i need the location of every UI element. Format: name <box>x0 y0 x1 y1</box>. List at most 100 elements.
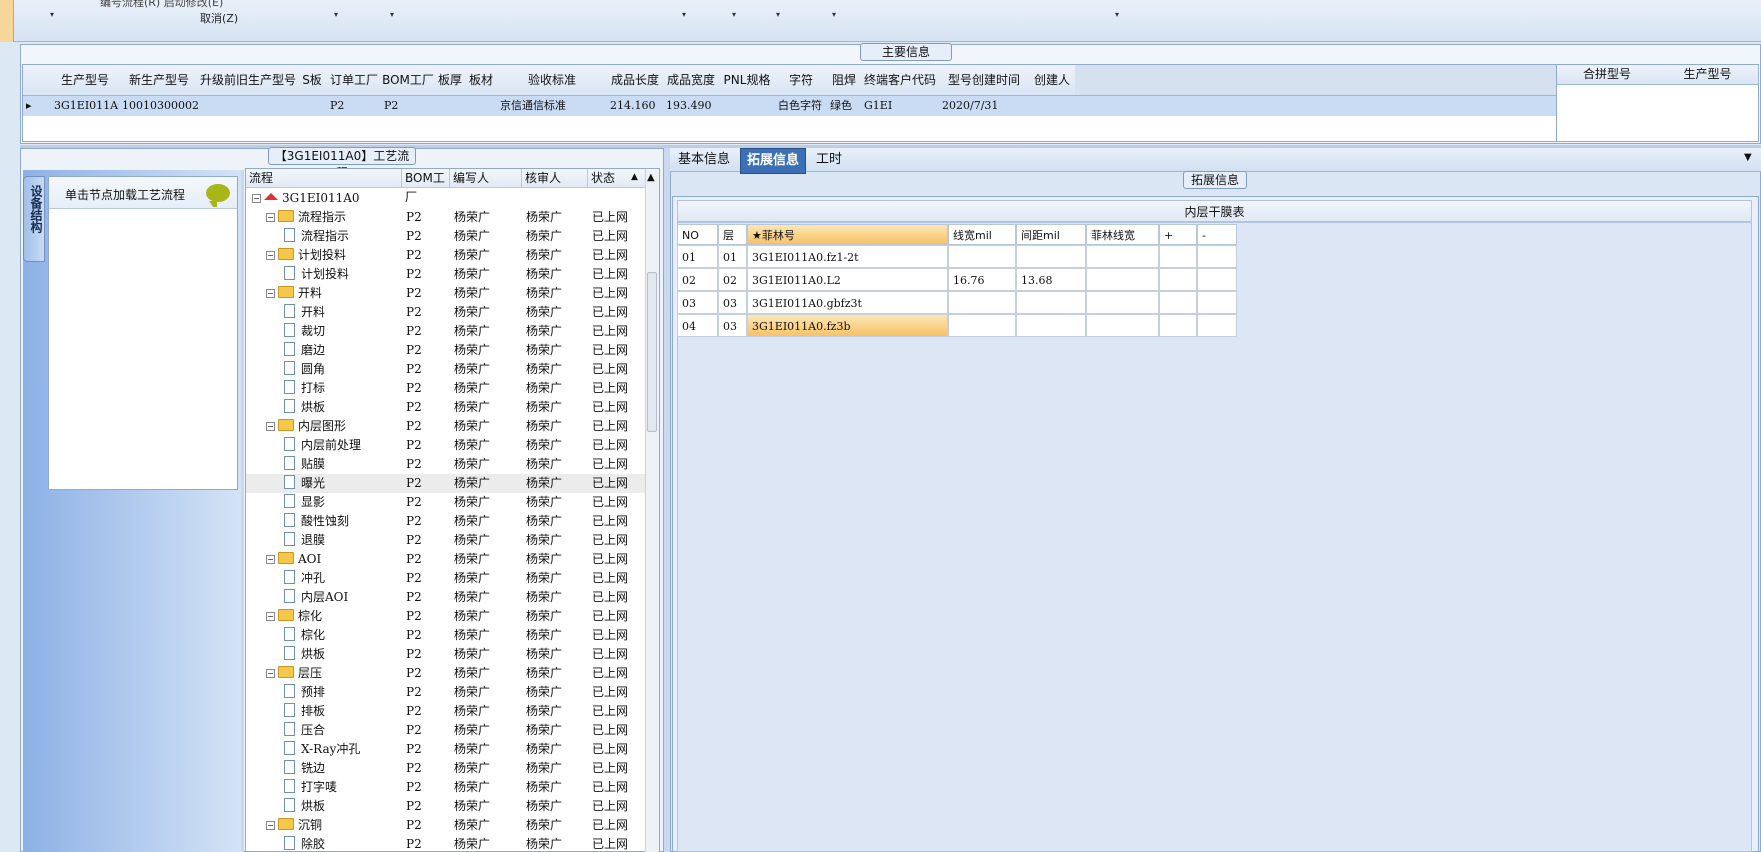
tree-row[interactable]: 排板 P2 杨荣广 杨荣广 已上网 <box>246 702 646 721</box>
tree-row[interactable]: X-Ray冲孔 P2 杨荣广 杨荣广 已上网 <box>246 740 646 759</box>
film-cell[interactable] <box>948 245 1016 268</box>
grid-header-cell[interactable]: 型号创建时间 <box>939 65 1030 96</box>
tree-row[interactable]: 计划投料 P2 杨荣广 杨荣广 已上网 <box>246 265 646 284</box>
tree-node-cell[interactable]: − 层压 <box>248 664 420 683</box>
tree-node-cell[interactable]: − 流程指示 <box>248 208 420 227</box>
tree-row[interactable]: 退膜 P2 杨荣广 杨荣广 已上网 <box>246 531 646 550</box>
grid-header-cell[interactable]: BOM工厂 <box>381 65 436 96</box>
grid-header-cell[interactable]: S板 <box>297 65 328 96</box>
grid-header-cell[interactable]: 阻焊 <box>827 65 862 96</box>
grid-header-cell[interactable]: 终端客户代码 <box>861 65 940 96</box>
chevron-down-icon[interactable]: ▾ <box>732 10 736 19</box>
grid-header-cell[interactable]: 新生产型号 <box>119 65 200 96</box>
tree-header-cell[interactable]: BOM工厂 <box>402 169 450 204</box>
film-cell[interactable] <box>948 314 1016 337</box>
tree-node-cell[interactable]: − AOI <box>248 550 420 569</box>
film-cell[interactable]: 03 <box>718 291 747 314</box>
tab-work-hours[interactable]: 工时 <box>810 148 848 172</box>
tree-row[interactable]: − AOI P2 杨荣广 杨荣广 已上网 <box>246 550 646 569</box>
tree-row[interactable]: 预排 P2 杨荣广 杨荣广 已上网 <box>246 683 646 702</box>
grid-header-cell[interactable]: PNL规格 <box>719 65 776 96</box>
film-cell[interactable]: 03 <box>718 314 747 337</box>
grid-cell[interactable]: 京信通信标准 <box>497 96 610 116</box>
grid-header-cell[interactable]: 验收标准 <box>497 65 608 96</box>
film-cell[interactable]: 3G1EI011A0.fz1-2t <box>747 245 948 268</box>
film-cell[interactable]: 02 <box>677 268 718 291</box>
grid-header-cell[interactable]: 升级前旧生产型号 <box>199 65 298 96</box>
grid-cell[interactable] <box>719 96 778 116</box>
tree-row[interactable]: 内层AOI P2 杨荣广 杨荣广 已上网 <box>246 588 646 607</box>
grid-cell[interactable]: 193.490 <box>663 96 722 116</box>
expand-collapse-icon[interactable]: − <box>266 669 275 678</box>
tree-row[interactable]: 流程指示 P2 杨荣广 杨荣广 已上网 <box>246 227 646 246</box>
tree-node-cell[interactable]: − 计划投料 <box>248 246 420 265</box>
film-cell[interactable] <box>1197 268 1237 291</box>
film-cell[interactable] <box>1197 314 1237 337</box>
film-cell[interactable] <box>1016 291 1086 314</box>
grid-cell[interactable] <box>199 96 300 116</box>
film-cell[interactable] <box>1159 291 1197 314</box>
expand-collapse-icon[interactable]: − <box>252 194 261 203</box>
expand-collapse-icon[interactable]: − <box>266 555 275 564</box>
grid-cell[interactable]: 3G1EI011A0 <box>51 96 125 116</box>
film-header-cell[interactable]: 线宽mil <box>948 224 1016 245</box>
film-cell[interactable] <box>1086 245 1159 268</box>
expand-collapse-icon[interactable]: − <box>266 612 275 621</box>
merge-header-cell[interactable]: 合拼型号 <box>1557 65 1658 85</box>
left-splitter[interactable] <box>241 170 244 852</box>
film-header-cell[interactable]: NO <box>677 224 718 245</box>
tree-row[interactable]: 裁切 P2 杨荣广 杨荣广 已上网 <box>246 322 646 341</box>
tab-basic-info[interactable]: 基本信息 <box>672 148 736 172</box>
grid-cell[interactable]: 绿色 <box>827 96 864 116</box>
film-cell[interactable]: 3G1EI011A0.L2 <box>747 268 948 291</box>
film-header-cell[interactable]: 菲林线宽 <box>1086 224 1159 245</box>
film-cell[interactable]: 3G1EI011A0.fz3b <box>747 314 948 337</box>
tree-node-cell[interactable]: − 内层图形 <box>248 417 420 436</box>
tree-scroll-thumb[interactable] <box>647 272 657 432</box>
expand-collapse-icon[interactable]: − <box>266 821 275 830</box>
tree-row[interactable]: 内层前处理 P2 杨荣广 杨荣广 已上网 <box>246 436 646 455</box>
tree-row[interactable]: 压合 P2 杨荣广 杨荣广 已上网 <box>246 721 646 740</box>
tree-row[interactable]: − 沉铜 P2 杨荣广 杨荣广 已上网 <box>246 816 646 835</box>
tree-row[interactable]: 除胶 P2 杨荣广 杨荣广 已上网 <box>246 835 646 851</box>
film-header-cell[interactable]: ★菲林号 <box>747 224 948 245</box>
tree-row[interactable]: − 计划投料 P2 杨荣广 杨荣广 已上网 <box>246 246 646 265</box>
tab-equipment-structure[interactable]: 设备结构 <box>23 176 45 262</box>
tree-node-cell[interactable]: − 3G1EI011A0 <box>248 189 406 208</box>
tree-node-cell[interactable]: − 棕化 <box>248 607 420 626</box>
tree-row[interactable]: − 棕化 P2 杨荣广 杨荣广 已上网 <box>246 607 646 626</box>
tree-row[interactable]: 磨边 P2 杨荣广 杨荣广 已上网 <box>246 341 646 360</box>
film-cell[interactable] <box>1016 314 1086 337</box>
grid-cell[interactable]: 2020/7/31 <box>939 96 1032 116</box>
film-cell[interactable]: 02 <box>718 268 747 291</box>
chevron-down-icon[interactable]: ▾ <box>334 10 338 19</box>
expand-collapse-icon[interactable]: − <box>266 213 275 222</box>
tree-row[interactable]: 打标 P2 杨荣广 杨荣广 已上网 <box>246 379 646 398</box>
tree-row[interactable]: − 流程指示 P2 杨荣广 杨荣广 已上网 <box>246 208 646 227</box>
cancel-menu-item[interactable]: 取消(Z) <box>200 10 238 26</box>
speech-bubble-icon[interactable] <box>206 184 230 207</box>
film-header-cell[interactable]: 间距mil <box>1016 224 1086 245</box>
tree-row[interactable]: − 层压 P2 杨荣广 杨荣广 已上网 <box>246 664 646 683</box>
film-cell[interactable] <box>1159 268 1197 291</box>
film-cell[interactable] <box>1086 268 1159 291</box>
chevron-down-icon[interactable]: ▾ <box>50 10 54 19</box>
chevron-down-icon[interactable]: ▾ <box>682 10 686 19</box>
film-cell[interactable]: 16.76 <box>948 268 1016 291</box>
chevron-down-icon[interactable]: ▾ <box>390 10 394 19</box>
film-cell[interactable]: 01 <box>677 245 718 268</box>
grid-header-cell[interactable]: 成品长度 <box>607 65 664 96</box>
tree-row[interactable]: 贴膜 P2 杨荣广 杨荣广 已上网 <box>246 455 646 474</box>
film-cell[interactable] <box>1016 245 1086 268</box>
film-cell[interactable] <box>1086 291 1159 314</box>
grid-cell[interactable] <box>1029 96 1078 116</box>
grid-cell[interactable]: 214.160 <box>607 96 666 116</box>
tree-row[interactable]: − 3G1EI011A0 <box>246 189 646 208</box>
tree-row[interactable]: 显影 P2 杨荣广 杨荣广 已上网 <box>246 493 646 512</box>
tree-header-cell[interactable]: 编写人 <box>450 169 522 188</box>
expand-collapse-icon[interactable]: − <box>266 422 275 431</box>
film-cell[interactable]: 01 <box>718 245 747 268</box>
tree-row[interactable]: 酸性蚀刻 P2 杨荣广 杨荣广 已上网 <box>246 512 646 531</box>
film-cell[interactable] <box>1086 314 1159 337</box>
tree-row[interactable]: 圆角 P2 杨荣广 杨荣广 已上网 <box>246 360 646 379</box>
